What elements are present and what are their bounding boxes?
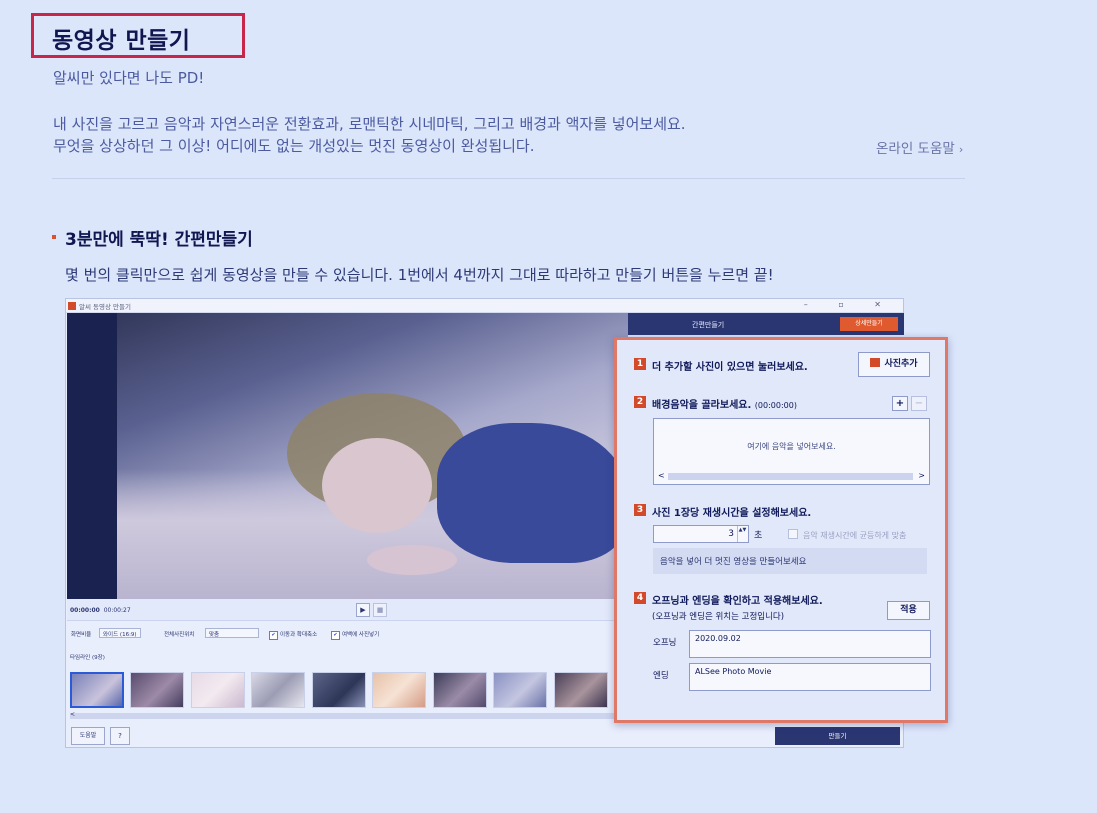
time-readout: 00:00:00 00:00:27	[70, 607, 131, 614]
step-text: 사진 1장당 재생시간을 설정해보세요.	[652, 508, 812, 519]
page-title: 동영상 만들기	[52, 28, 191, 54]
timeline-thumbnail[interactable]	[372, 672, 426, 708]
play-button[interactable]: ▶	[356, 603, 370, 617]
step-text: 오프닝과 엔딩을 확인하고 적용해보세요.	[652, 596, 823, 607]
fill-blank-checkbox[interactable]: 여백에 사진넣기	[331, 630, 379, 640]
music-hint: 음악을 넣어 더 멋진 영상을 만들어보세요	[653, 548, 927, 574]
page-description: 내 사진을 고르고 음악과 자연스러운 전환효과, 로맨틱한 시네마틱, 그리고…	[53, 113, 686, 157]
step-text: 더 추가할 사진이 있으면 눌러보세요.	[652, 362, 808, 373]
step-text-main: 배경음악을 골라보세요.	[652, 400, 752, 411]
music-placeholder: 여기에 음악을 넣어보세요.	[747, 442, 836, 451]
timeline-thumbnail[interactable]	[312, 672, 366, 708]
divider	[52, 178, 965, 179]
photo-sleeve	[437, 423, 627, 563]
timeline-thumbnail[interactable]	[554, 672, 608, 708]
timeline-thumbnail[interactable]	[433, 672, 487, 708]
music-duration: (00:00:00)	[754, 401, 797, 410]
scroll-left-icon[interactable]: <	[70, 711, 75, 718]
bottom-bar: 도움말 ? 만들기	[66, 723, 903, 748]
preview-photo	[117, 313, 628, 599]
step-number: 3	[634, 504, 646, 516]
scroll-left-icon[interactable]: <	[658, 471, 665, 480]
scroll-right-icon[interactable]: >	[918, 471, 925, 480]
timeline-thumbnail[interactable]	[493, 672, 547, 708]
step-number: 1	[634, 358, 646, 370]
opening-field[interactable]: 2020.09.02	[689, 630, 931, 658]
opening-label: 오프닝	[653, 638, 677, 648]
video-preview	[67, 313, 628, 599]
ratio-select[interactable]: 와이드 (16:9)	[99, 628, 141, 638]
section-title: 3분만에 뚝딱! 간편만들기	[65, 230, 253, 250]
remove-music-button[interactable]: −	[911, 396, 927, 411]
step-number: 4	[634, 592, 646, 604]
window-controls[interactable]: – ▫ ✕	[804, 300, 895, 309]
tagline: 알씨만 있다면 나도 PD!	[53, 69, 205, 87]
timeline-scrollbar[interactable]: <	[70, 711, 625, 719]
timeline-thumbnail[interactable]	[70, 672, 124, 708]
make-button[interactable]: 만들기	[775, 727, 900, 745]
help-button[interactable]: 도움말	[71, 727, 105, 745]
options-row: 화면비율 와이드 (16:9) 전체사진위치 맞춤 이동과 확대축소 여백에 사…	[67, 627, 628, 641]
easy-make-panel: 1 더 추가할 사진이 있으면 눌러보세요. 사진추가 2 배경음악을 골라보세…	[614, 337, 948, 723]
side-panel-header: 간편만들기 상세만들기	[628, 313, 904, 335]
bullet-icon	[52, 235, 56, 239]
music-drop-area[interactable]: 여기에 음악을 넣어보세요. < >	[653, 418, 930, 485]
description-line: 내 사진을 고르고 음악과 자연스러운 전환효과, 로맨틱한 시네마틱, 그리고…	[53, 115, 686, 133]
ratio-label: 화면비율	[71, 632, 92, 638]
playback-controls: 00:00:00 00:00:27 ▶ ■	[67, 599, 628, 621]
ending-label: 엔딩	[653, 671, 669, 681]
add-photo-label: 사진추가	[884, 359, 918, 369]
apply-button[interactable]: 적용	[887, 601, 930, 620]
scroll-track[interactable]	[668, 473, 913, 480]
timeline-label: 타임라인 (9장)	[70, 655, 105, 661]
section-description: 몇 번의 클릭만으로 쉽게 동영상을 만들 수 있습니다. 1번에서 4번까지 …	[65, 266, 774, 284]
add-music-button[interactable]: +	[892, 396, 908, 411]
duration-unit: 초	[754, 531, 763, 541]
position-label: 전체사진위치	[164, 632, 195, 638]
fit-to-music-checkbox[interactable]: 음악 재생시간에 균등하게 맞춤	[788, 529, 906, 541]
window-titlebar: 알씨 동영상 만들기 – ▫ ✕	[66, 299, 903, 313]
total-time: 00:00:27	[103, 607, 131, 614]
stop-button[interactable]: ■	[373, 603, 387, 617]
chevron-right-icon: ›	[958, 143, 964, 156]
move-zoom-checkbox[interactable]: 이동과 확대축소	[269, 630, 317, 640]
timeline-strip	[70, 672, 628, 710]
window-title: 알씨 동영상 만들기	[79, 303, 131, 311]
timeline-thumbnail[interactable]	[130, 672, 184, 708]
music-scrollbar[interactable]: < >	[658, 471, 925, 481]
detail-make-button[interactable]: 상세만들기	[840, 317, 898, 331]
side-panel-title: 간편만들기	[692, 321, 725, 329]
add-photo-icon	[870, 358, 881, 367]
description-line: 무엇을 상상하던 그 이상! 어디에도 없는 개성있는 멋진 동영상이 완성됩니…	[53, 137, 535, 155]
timeline-thumbnail[interactable]	[251, 672, 305, 708]
photo-face	[322, 438, 432, 533]
duration-value: 3	[728, 529, 734, 539]
app-icon	[68, 302, 76, 310]
online-help-link[interactable]: 온라인 도움말 ›	[876, 137, 963, 157]
timeline-thumbnail[interactable]	[191, 672, 245, 708]
position-select[interactable]: 맞춤	[205, 628, 259, 638]
ending-field[interactable]: ALSee Photo Movie	[689, 663, 931, 691]
step-text: 배경음악을 골라보세요. (00:00:00)	[652, 396, 797, 411]
question-button[interactable]: ?	[110, 727, 130, 745]
current-time: 00:00:00	[70, 607, 100, 614]
stepper-arrows-icon[interactable]: ▲▼	[737, 526, 747, 542]
online-help-label: 온라인 도움말	[876, 141, 955, 157]
step-4-subtext: (오프닝과 엔딩은 위치는 고정입니다)	[652, 612, 785, 622]
step-number: 2	[634, 396, 646, 408]
add-photo-button[interactable]: 사진추가	[858, 352, 930, 377]
photo-hand	[367, 545, 457, 575]
duration-stepper[interactable]: 3 ▲▼	[653, 525, 749, 543]
